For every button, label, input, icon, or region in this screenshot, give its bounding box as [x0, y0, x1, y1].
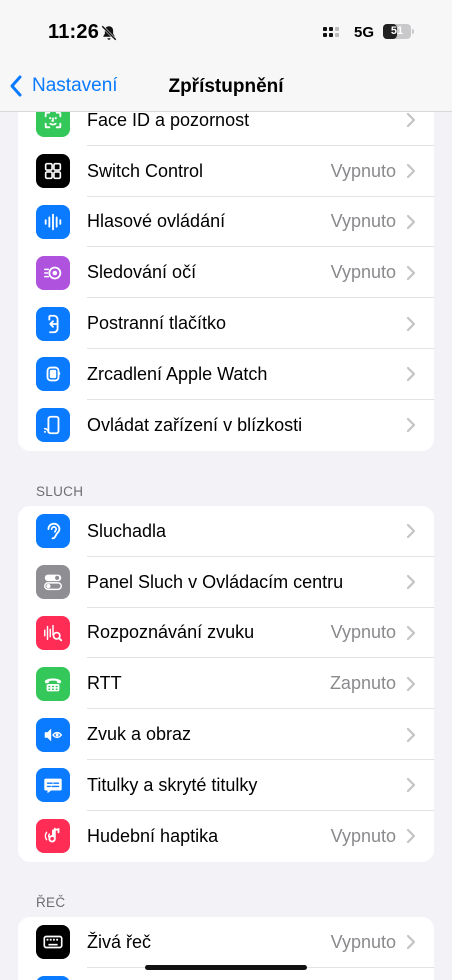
row-label: Switch Control	[87, 160, 204, 181]
chevron-right-icon	[406, 935, 416, 950]
motor-row-2[interactable]: Hlasové ovládání Vypnuto	[18, 197, 434, 248]
face-id-icon	[36, 112, 70, 138]
section-header-hearing: SLUCH	[36, 484, 84, 499]
chevron-right-icon	[406, 625, 416, 641]
row-label: Panel Sluch v Ovládacím centru	[87, 571, 344, 592]
chevron-right-icon	[406, 164, 416, 179]
ear-icon	[36, 514, 70, 549]
bell-off-icon	[101, 25, 117, 41]
motor-row-1[interactable]: Switch Control Vypnuto	[18, 146, 434, 197]
nearby-devices-icon	[36, 408, 70, 443]
motor-row-3[interactable]: Sledování očí Vypnuto	[18, 247, 434, 299]
signal-icon	[323, 27, 339, 37]
battery-percent: 51	[390, 25, 404, 37]
partial-icon	[36, 976, 70, 980]
chevron-right-icon	[406, 316, 416, 331]
row-value: Vypnuto	[330, 160, 396, 181]
sound-recognition-icon	[36, 615, 70, 650]
music-haptics-icon	[36, 819, 70, 854]
toggle-icon	[36, 565, 70, 600]
chevron-right-icon	[406, 214, 416, 230]
row-label: Zvuk a obraz	[87, 724, 192, 745]
side-button-icon	[36, 306, 70, 341]
row-label: RTT	[87, 673, 122, 694]
motor-row-4[interactable]: Postranní tlačítko	[18, 298, 434, 349]
row-label: Zrcadlení Apple Watch	[87, 363, 268, 384]
hearing-row-5[interactable]: Titulky a skryté titulky	[18, 760, 434, 811]
motor-row-0[interactable]: Face ID a pozornost	[18, 112, 434, 146]
hearing-settings-group: Sluchadla Panel Sluch v Ovládacím centru R…	[18, 506, 434, 862]
motor-row-5[interactable]: Zrcadlení Apple Watch	[18, 349, 434, 400]
section-header-speech: ŘEČ	[36, 895, 66, 910]
row-label: Sledování očí	[87, 262, 197, 283]
row-label: Sluchadla	[87, 520, 167, 541]
motor-row-6[interactable]: Ovládat zařízení v blízkosti	[18, 400, 434, 451]
row-value: Vypnuto	[330, 262, 396, 283]
eye-tracking-icon	[36, 255, 70, 290]
status-bar: 11:26 5G 51	[0, 0, 452, 62]
network-type: 5G	[354, 24, 375, 41]
chevron-right-icon	[406, 676, 416, 691]
switch-control-icon	[36, 154, 70, 189]
chevron-right-icon	[406, 113, 416, 128]
chevron-right-icon	[406, 524, 416, 539]
battery-icon: 51	[383, 24, 414, 39]
page-title: Zpřístupnění	[168, 76, 284, 97]
settings-list[interactable]: Face ID a pozornost Switch Control Vypnuto…	[0, 112, 452, 980]
chevron-right-icon	[406, 418, 416, 433]
chevron-right-icon	[406, 265, 416, 280]
row-label: Postranní tlačítko	[87, 313, 227, 334]
audio-visual-icon	[36, 717, 70, 752]
row-label: Ovládat zařízení v blízkosti	[87, 414, 303, 435]
hearing-row-3[interactable]: RTT Zapnuto	[18, 658, 434, 710]
row-label: Hudební haptika	[87, 825, 219, 846]
row-label: Face ID a pozornost	[87, 112, 250, 130]
row-value: Vypnuto	[330, 931, 396, 952]
row-value: Vypnuto	[330, 622, 396, 643]
hearing-row-4[interactable]: Zvuk a obraz	[18, 709, 434, 760]
voice-control-icon	[36, 204, 70, 239]
chevron-right-icon	[406, 575, 416, 590]
speech-row-0[interactable]: Živá řeč Vypnuto	[18, 917, 434, 968]
hearing-row-0[interactable]: Sluchadla	[18, 506, 434, 557]
subtitles-icon	[36, 768, 70, 803]
apple-watch-icon	[36, 357, 70, 392]
chevron-right-icon	[406, 829, 416, 844]
keyboard-icon	[36, 925, 70, 960]
home-indicator[interactable]	[145, 965, 307, 970]
row-label: Živá řeč	[87, 931, 152, 952]
row-label: Titulky a skryté titulky	[87, 774, 258, 795]
tty-icon	[36, 666, 70, 701]
chevron-right-icon	[406, 727, 416, 742]
motor-settings-group: Face ID a pozornost Switch Control Vypnuto…	[18, 112, 434, 451]
hearing-row-1[interactable]: Panel Sluch v Ovládacím centru	[18, 557, 434, 608]
navigation-bar: Nastavení Zpřístupnění	[0, 62, 452, 112]
hearing-row-6[interactable]: Hudební haptika Vypnuto	[18, 811, 434, 862]
row-label: Hlasové ovládání	[87, 211, 226, 232]
hearing-row-2[interactable]: Rozpoznávání zvuku Vypnuto	[18, 608, 434, 659]
row-value: Zapnuto	[329, 673, 396, 694]
status-time: 11:26	[48, 21, 100, 43]
row-value: Vypnuto	[330, 825, 396, 846]
row-label: Rozpoznávání zvuku	[87, 622, 255, 643]
chevron-right-icon	[406, 367, 416, 382]
chevron-right-icon	[406, 778, 416, 793]
speech-settings-group: Živá řeč Vypnuto	[18, 917, 434, 980]
row-value: Vypnuto	[330, 211, 396, 232]
